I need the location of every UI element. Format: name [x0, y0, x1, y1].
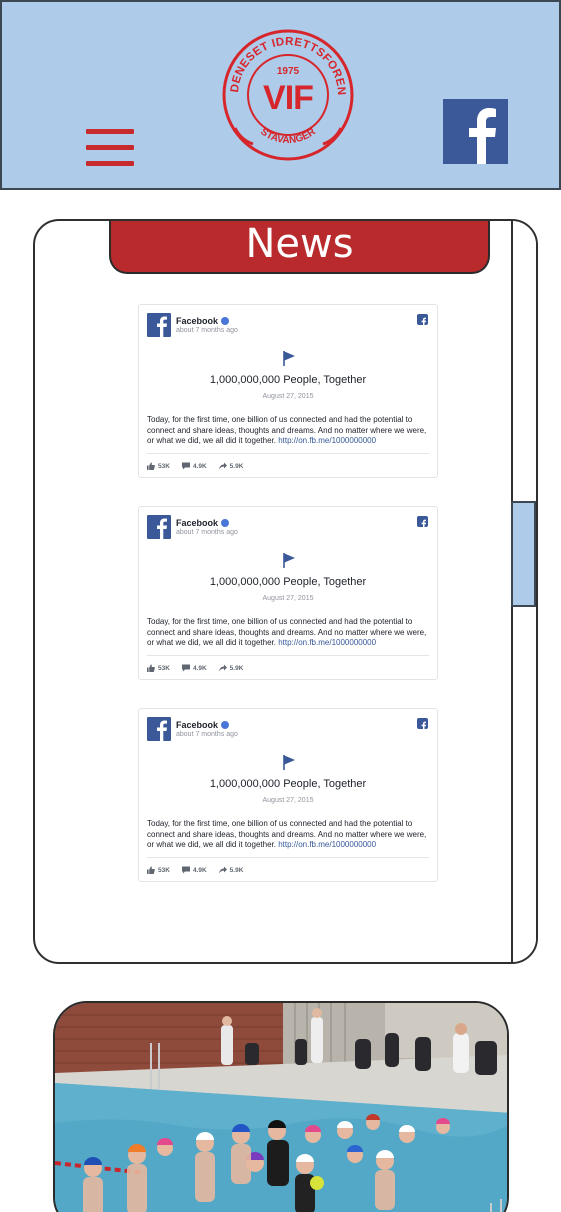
- flag-icon: [283, 553, 295, 568]
- comment-icon: [181, 866, 190, 874]
- likes-stat[interactable]: 53K: [147, 462, 170, 470]
- post-divider: [147, 453, 429, 454]
- verified-badge-icon: [221, 721, 230, 729]
- svg-text:STAVANGER: STAVANGER: [258, 126, 318, 146]
- hamburger-menu-icon[interactable]: [86, 127, 134, 169]
- menu-bar: [86, 161, 134, 166]
- post-headline: 1,000,000,000 People, Together: [209, 374, 367, 386]
- post-body: Today, for the first time, one billion o…: [147, 617, 431, 649]
- likes-count: 53K: [158, 866, 170, 874]
- post-headline: 1,000,000,000 People, Together: [209, 576, 367, 588]
- shares-count: 5.9K: [229, 664, 244, 672]
- news-panel: News Facebook about 7 months ago 1,000,0…: [33, 219, 538, 964]
- post-timestamp[interactable]: about 7 months ago: [176, 529, 238, 536]
- likes-stat[interactable]: 53K: [147, 664, 170, 672]
- like-icon: [147, 664, 155, 672]
- post-link[interactable]: http://on.fb.me/1000000000: [278, 638, 376, 647]
- post-page-name[interactable]: Facebook: [176, 518, 230, 528]
- post-link[interactable]: http://on.fb.me/1000000000: [278, 436, 376, 445]
- menu-bar: [86, 129, 134, 134]
- facebook-icon[interactable]: [417, 718, 428, 729]
- logo-initials: VIF: [263, 79, 313, 117]
- share-icon: [218, 866, 227, 874]
- post-timestamp[interactable]: about 7 months ago: [176, 731, 238, 738]
- post-date: August 27, 2015: [262, 797, 314, 804]
- flag-icon: [283, 755, 295, 770]
- post-link[interactable]: http://on.fb.me/1000000000: [278, 840, 376, 849]
- facebook-post-card[interactable]: Facebook about 7 months ago 1,000,000,00…: [138, 708, 438, 882]
- post-page-name-text: Facebook: [176, 720, 219, 730]
- post-page-name-text: Facebook: [176, 518, 219, 528]
- likes-count: 53K: [158, 664, 170, 672]
- comments-count: 4.9K: [192, 866, 207, 874]
- like-icon: [147, 866, 155, 874]
- post-divider: [147, 655, 429, 656]
- post-date: August 27, 2015: [262, 393, 314, 400]
- post-date: August 27, 2015: [262, 595, 314, 602]
- swim-group-photo: [53, 1001, 509, 1212]
- share-icon: [218, 462, 227, 470]
- likes-count: 53K: [158, 462, 170, 470]
- post-page-name-text: Facebook: [176, 316, 219, 326]
- site-header: VARDENESET IDRETTSFORENING 1975 VIF STAV…: [0, 0, 561, 190]
- comments-count: 4.9K: [192, 664, 207, 672]
- likes-stat[interactable]: 53K: [147, 866, 170, 874]
- post-divider: [147, 857, 429, 858]
- shares-stat[interactable]: 5.9K: [218, 462, 244, 470]
- comments-stat[interactable]: 4.9K: [181, 462, 207, 470]
- post-stats: 53K 4.9K 5.9K: [147, 462, 243, 470]
- facebook-page-avatar-icon[interactable]: [147, 515, 171, 539]
- facebook-page-avatar-icon[interactable]: [147, 313, 171, 337]
- shares-stat[interactable]: 5.9K: [218, 866, 244, 874]
- facebook-post-card[interactable]: Facebook about 7 months ago 1,000,000,00…: [138, 304, 438, 478]
- flag-icon: [283, 351, 295, 366]
- logo-city: STAVANGER: [258, 126, 318, 146]
- comment-icon: [181, 664, 190, 672]
- facebook-icon[interactable]: [417, 314, 428, 325]
- facebook-icon[interactable]: [443, 99, 508, 164]
- post-body: Today, for the first time, one billion o…: [147, 415, 431, 447]
- comments-stat[interactable]: 4.9K: [181, 866, 207, 874]
- post-page-name[interactable]: Facebook: [176, 720, 230, 730]
- post-headline: 1,000,000,000 People, Together: [209, 778, 367, 790]
- news-scrollbar-thumb[interactable]: [511, 501, 536, 607]
- post-stats: 53K 4.9K 5.9K: [147, 664, 243, 672]
- vif-logo[interactable]: VARDENESET IDRETTSFORENING 1975 VIF STAV…: [221, 28, 355, 162]
- post-body: Today, for the first time, one billion o…: [147, 819, 431, 851]
- post-stats: 53K 4.9K 5.9K: [147, 866, 243, 874]
- shares-count: 5.9K: [229, 462, 244, 470]
- verified-badge-icon: [221, 519, 230, 527]
- shares-stat[interactable]: 5.9K: [218, 664, 244, 672]
- facebook-page-avatar-icon[interactable]: [147, 717, 171, 741]
- comments-count: 4.9K: [192, 462, 207, 470]
- like-icon: [147, 462, 155, 470]
- share-icon: [218, 664, 227, 672]
- logo-year: 1975: [277, 66, 300, 77]
- post-timestamp[interactable]: about 7 months ago: [176, 327, 238, 334]
- news-title: News: [109, 221, 490, 274]
- facebook-icon[interactable]: [417, 516, 428, 527]
- facebook-post-card[interactable]: Facebook about 7 months ago 1,000,000,00…: [138, 506, 438, 680]
- comment-icon: [181, 462, 190, 470]
- menu-bar: [86, 145, 134, 150]
- news-scrollbar[interactable]: [511, 221, 536, 962]
- post-page-name[interactable]: Facebook: [176, 316, 230, 326]
- verified-badge-icon: [221, 317, 230, 325]
- comments-stat[interactable]: 4.9K: [181, 664, 207, 672]
- shares-count: 5.9K: [229, 866, 244, 874]
